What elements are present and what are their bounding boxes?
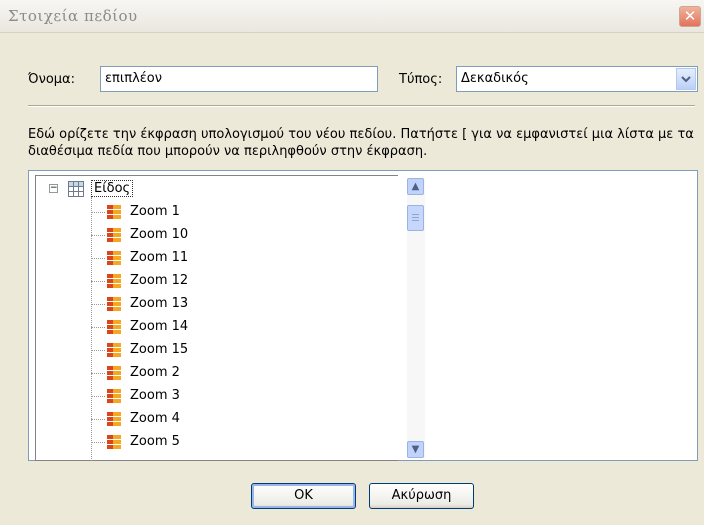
- tree-item[interactable]: Zoom 3: [91, 385, 391, 408]
- chevron-down-icon[interactable]: [676, 68, 696, 90]
- tree-item[interactable]: Zoom 11: [91, 247, 391, 270]
- field-icon: [107, 320, 121, 334]
- field-icon: [107, 435, 121, 449]
- field-icon: [107, 205, 121, 219]
- ok-button[interactable]: OK: [251, 483, 356, 509]
- tree-connector: [91, 304, 105, 305]
- tree-connector: [91, 350, 105, 351]
- separator: [28, 105, 695, 107]
- title-bar: Στοιχεία πεδίου ✕: [0, 0, 704, 33]
- tree-item-label: Zoom 3: [130, 388, 180, 403]
- type-select-value: Δεκαδικός: [461, 71, 529, 86]
- tree-item[interactable]: Zoom 4: [91, 408, 391, 431]
- window-title: Στοιχεία πεδίου: [8, 7, 138, 25]
- tree-connector: [91, 258, 105, 259]
- type-select[interactable]: Δεκαδικός: [456, 66, 698, 92]
- scroll-thumb[interactable]: [407, 205, 424, 231]
- tree-item[interactable]: Zoom 1: [91, 201, 391, 224]
- tree-item-label: Zoom 11: [130, 250, 189, 265]
- close-icon: ✕: [683, 7, 697, 25]
- tree-item-label: Zoom 13: [130, 296, 189, 311]
- scroll-up-button[interactable]: ▲: [407, 178, 424, 195]
- tree-item-label: Zoom 14: [130, 319, 189, 334]
- expression-instructions: Εδώ ορίζετε την έκφραση υπολογισμού του …: [28, 127, 694, 159]
- tree-item-label: Zoom 10: [130, 227, 189, 242]
- tree-connector: [91, 212, 105, 213]
- name-label: Όνομα:: [28, 72, 75, 87]
- field-icon: [107, 274, 121, 288]
- type-label: Τύπος:: [399, 72, 443, 87]
- field-icon: [107, 366, 121, 380]
- tree-item[interactable]: Zoom 15: [91, 339, 391, 362]
- field-icon: [107, 343, 121, 357]
- tree-item[interactable]: Zoom 12: [91, 270, 391, 293]
- tree-item[interactable]: Zoom 14: [91, 316, 391, 339]
- field-icon: [107, 389, 121, 403]
- tree-item[interactable]: Zoom 13: [91, 293, 391, 316]
- tree-item-label: Zoom 5: [130, 434, 180, 449]
- field-icon: [107, 297, 121, 311]
- tree-item-label: Zoom 4: [130, 411, 180, 426]
- tree-item[interactable]: Zoom 2: [91, 362, 391, 385]
- field-list-popup[interactable]: − Είδος Zoom 1 Zoom 10 Zoom 11 Zoom 12 Z…: [35, 175, 425, 461]
- tree-item[interactable]: Zoom 10: [91, 224, 391, 247]
- table-grid-icon: [68, 181, 84, 197]
- tree-item-label: Zoom 15: [130, 342, 189, 357]
- tree-connector: [91, 235, 105, 236]
- field-tree: − Είδος Zoom 1 Zoom 10 Zoom 11 Zoom 12 Z…: [36, 176, 406, 461]
- scroll-down-button[interactable]: ▼: [407, 441, 424, 458]
- field-icon: [107, 228, 121, 242]
- tree-item-label: Zoom 12: [130, 273, 189, 288]
- tree-connector: [91, 442, 105, 443]
- cancel-button[interactable]: Ακύρωση: [369, 483, 474, 509]
- tree-connector: [91, 281, 105, 282]
- tree-connector: [91, 419, 105, 420]
- tree-connector: [91, 327, 105, 328]
- field-icon: [107, 251, 121, 265]
- tree-connector: [91, 373, 105, 374]
- collapse-toggle[interactable]: −: [49, 184, 58, 193]
- tree-connector: [91, 396, 105, 397]
- tree-item-label: Zoom 1: [130, 204, 180, 219]
- name-input[interactable]: επιπλέον: [100, 66, 378, 92]
- tree-root-label[interactable]: Είδος: [91, 180, 134, 197]
- field-icon: [107, 412, 121, 426]
- name-input-value: επιπλέον: [105, 71, 163, 86]
- field-properties-dialog: Στοιχεία πεδίου ✕ Όνομα: επιπλέον Τύπος:…: [0, 0, 704, 525]
- tree-item-label: Zoom 2: [130, 365, 180, 380]
- tree-item[interactable]: Zoom 5: [91, 431, 391, 454]
- vertical-scrollbar[interactable]: ▲ ▼: [407, 178, 425, 458]
- close-button[interactable]: ✕: [679, 6, 701, 27]
